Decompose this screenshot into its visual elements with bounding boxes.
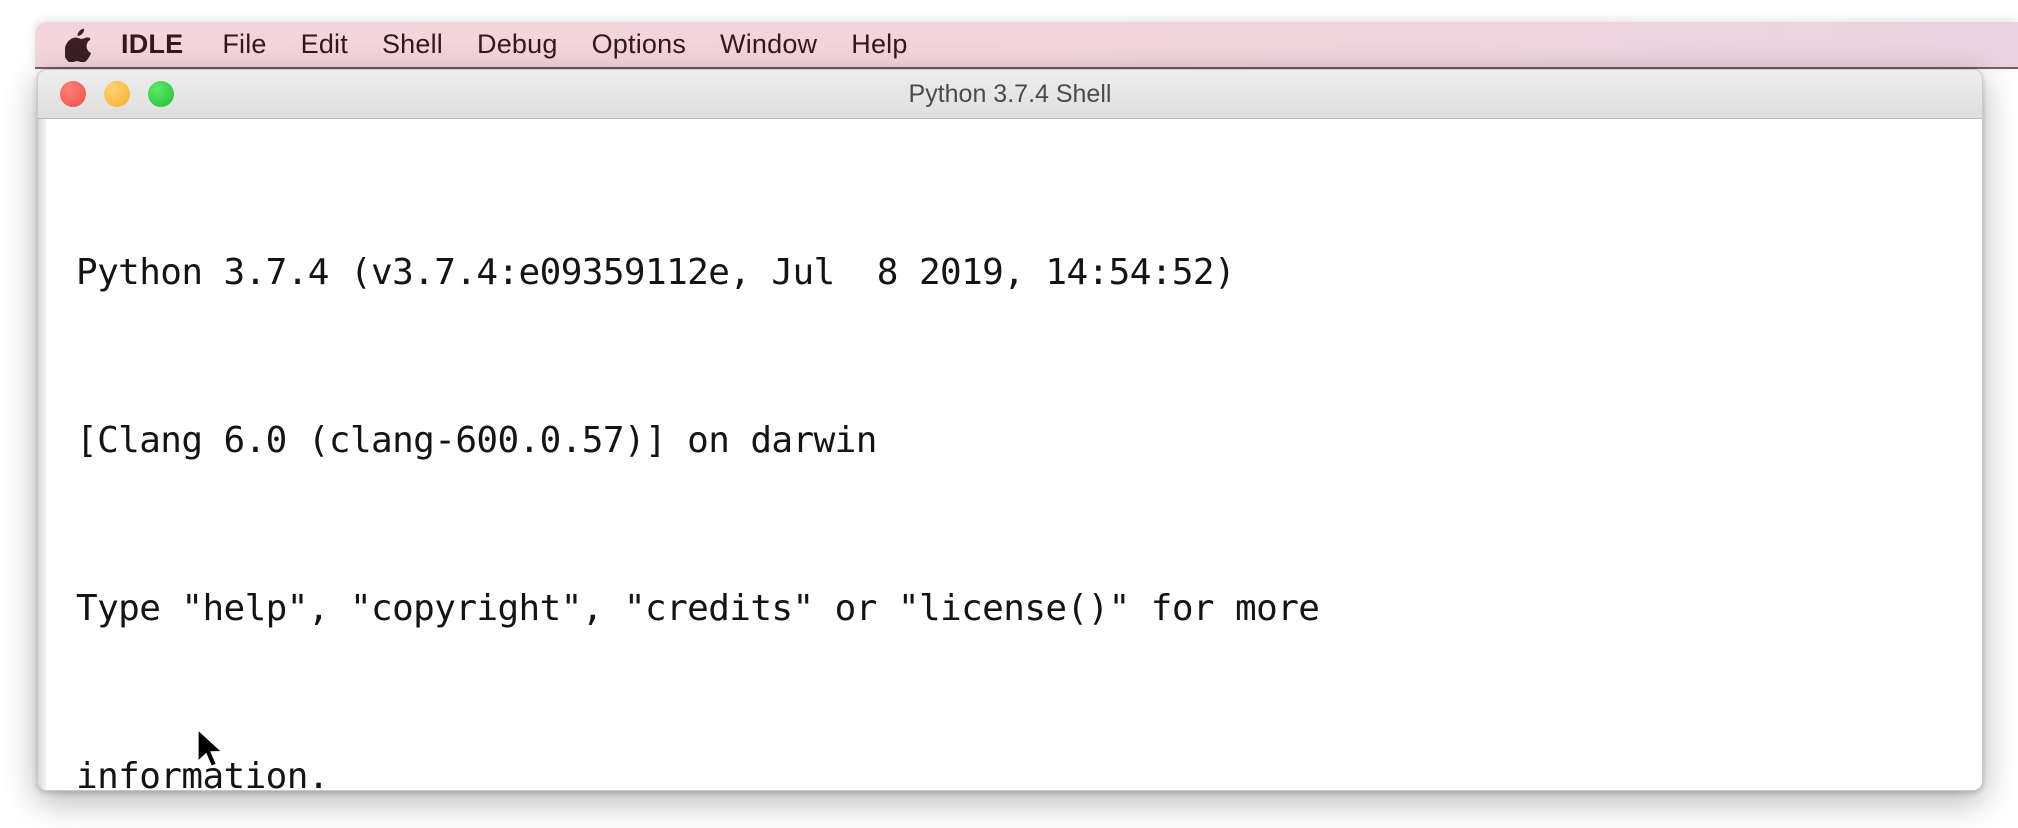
close-button-icon[interactable] (60, 81, 86, 107)
window-titlebar[interactable]: Python 3.7.4 Shell (38, 70, 1982, 119)
menu-item-options[interactable]: Options (575, 21, 703, 68)
menu-item-help[interactable]: Help (834, 21, 924, 68)
menu-bar: IDLE File Edit Shell Debug Options Windo… (35, 22, 2018, 69)
menu-item-file[interactable]: File (205, 21, 283, 68)
menu-item-shell[interactable]: Shell (365, 21, 460, 68)
shell-output-area[interactable]: Python 3.7.4 (v3.7.4:e09359112e, Jul 8 2… (38, 119, 1982, 791)
screen: IDLE File Edit Shell Debug Options Windo… (0, 0, 2018, 828)
console-line-banner-1: Python 3.7.4 (v3.7.4:e09359112e, Jul 8 2… (76, 252, 1236, 293)
menu-item-idle[interactable]: IDLE (97, 21, 205, 68)
console-left-edge (38, 119, 46, 790)
menu-item-debug[interactable]: Debug (460, 21, 575, 68)
apple-logo-icon[interactable] (65, 28, 97, 62)
console-line-banner-3: Type "help", "copyright", "credits" or "… (76, 588, 1320, 629)
zoom-button-icon[interactable] (148, 81, 174, 107)
idle-shell-window: Python 3.7.4 Shell Python 3.7.4 (v3.7.4:… (37, 69, 1983, 791)
window-title: Python 3.7.4 Shell (908, 79, 1112, 108)
console-line-banner-2: [Clang 6.0 (clang-600.0.57)] on darwin (76, 420, 877, 461)
console-text[interactable]: Python 3.7.4 (v3.7.4:e09359112e, Jul 8 2… (54, 133, 1982, 791)
console-line-banner-4: information. (76, 756, 329, 791)
menu-item-window[interactable]: Window (703, 21, 834, 68)
traffic-lights (38, 81, 174, 107)
minimize-button-icon[interactable] (104, 81, 130, 107)
menu-item-edit[interactable]: Edit (284, 21, 365, 68)
